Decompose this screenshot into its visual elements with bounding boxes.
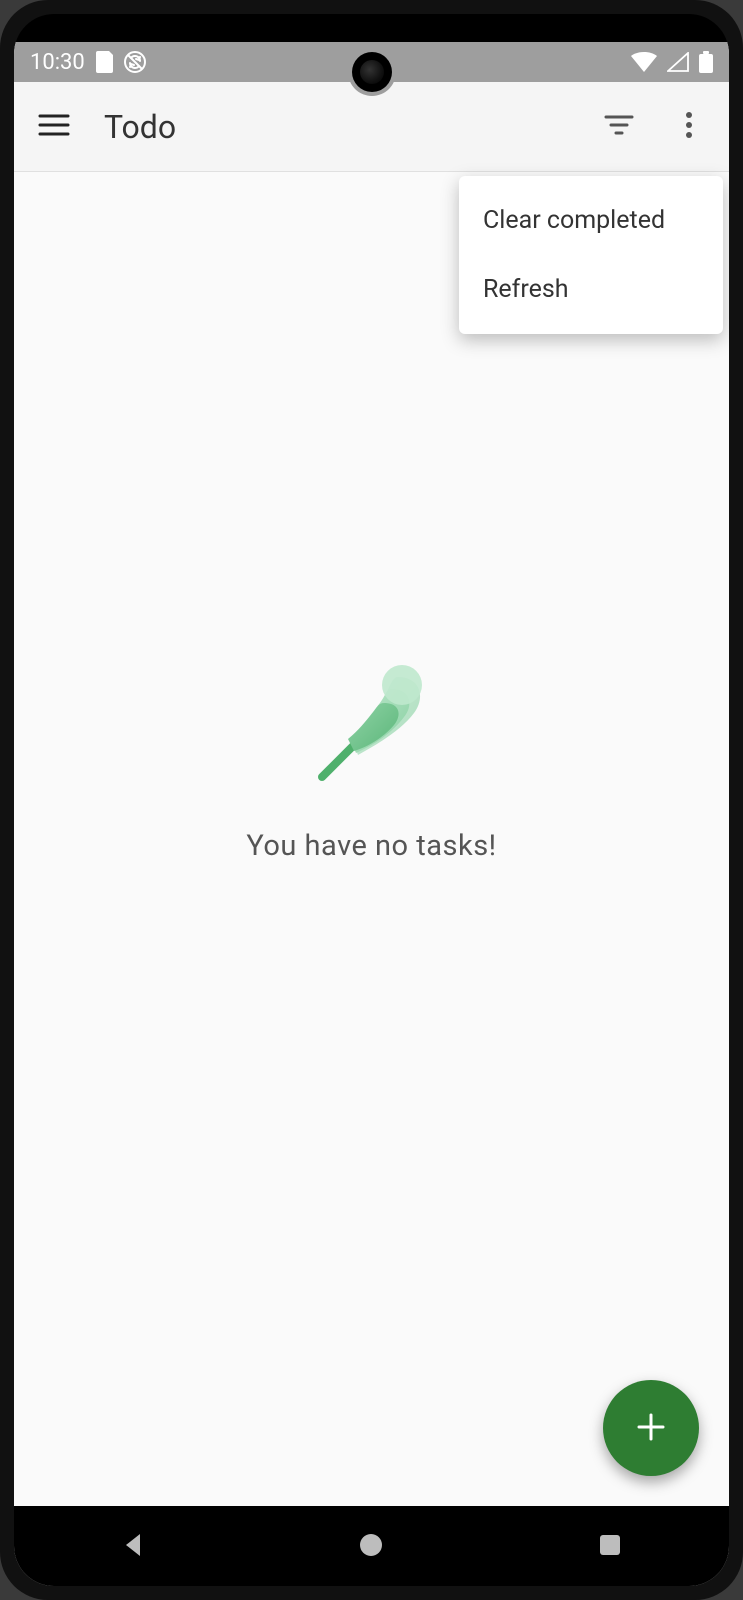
nav-back-button[interactable] (88, 1501, 178, 1586)
recent-square-icon (599, 1534, 621, 1559)
device-inner: 10:30 (14, 14, 729, 1586)
menu-item-label: Refresh (483, 275, 569, 304)
empty-message: You have no tasks! (246, 829, 496, 863)
hamburger-icon (38, 113, 70, 140)
wifi-icon (631, 52, 657, 72)
overflow-button[interactable] (659, 97, 719, 157)
more-vert-icon (685, 111, 693, 142)
battery-icon (699, 51, 713, 73)
menu-item-clear-completed[interactable]: Clear completed (459, 186, 723, 255)
status-bar-left: 10:30 (30, 50, 147, 75)
screen: 10:30 (14, 42, 729, 1586)
status-bar-right (631, 51, 713, 73)
overflow-menu: Clear completed Refresh (459, 176, 723, 334)
menu-item-refresh[interactable]: Refresh (459, 255, 723, 324)
filter-icon (604, 114, 634, 139)
menu-item-label: Clear completed (483, 206, 665, 235)
plus-icon (633, 1409, 669, 1448)
app-bar: Todo (14, 82, 729, 172)
home-circle-icon (359, 1533, 383, 1560)
navigation-bar (14, 1506, 729, 1586)
nav-recent-button[interactable] (565, 1501, 655, 1586)
status-time: 10:30 (30, 50, 85, 75)
nav-home-button[interactable] (326, 1501, 416, 1586)
back-triangle-icon (120, 1532, 146, 1561)
main-content: Clear completed Refresh (14, 172, 729, 1506)
device-frame: 10:30 (0, 0, 743, 1600)
app-title: Todo (94, 108, 579, 146)
camera-notch (352, 52, 392, 92)
filter-button[interactable] (589, 97, 649, 157)
empty-state: You have no tasks! (246, 655, 496, 863)
feather-icon (302, 655, 442, 799)
menu-button[interactable] (24, 97, 84, 157)
signal-icon (667, 52, 689, 72)
no-sync-icon (123, 50, 147, 74)
sd-card-icon (95, 51, 113, 73)
add-task-fab[interactable] (603, 1380, 699, 1476)
